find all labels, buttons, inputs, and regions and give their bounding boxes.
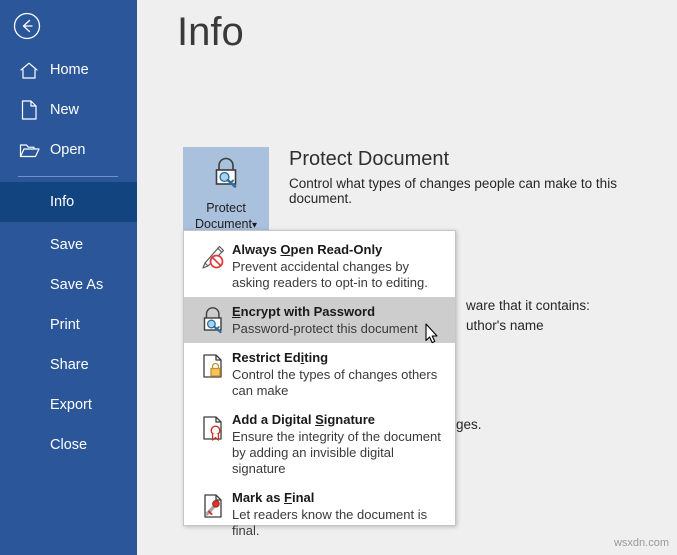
- sidebar-item-label: Share: [50, 357, 89, 373]
- protect-document-button-label: Protect Document▾: [195, 200, 257, 234]
- sidebar-item-home[interactable]: Home: [0, 50, 137, 90]
- sidebar-item-info[interactable]: Info: [0, 182, 137, 222]
- sidebar-divider: [18, 176, 118, 177]
- sidebar-item-label: Export: [50, 397, 92, 413]
- menu-item-subtitle: Ensure the integrity of the document by …: [232, 429, 441, 476]
- menu-item-add-digital-signature[interactable]: Add a Digital Signature Ensure the integ…: [184, 405, 455, 483]
- open-folder-icon: [14, 142, 44, 159]
- sidebar-item-export[interactable]: Export: [0, 385, 137, 425]
- sidebar-item-share[interactable]: Share: [0, 345, 137, 385]
- watermark: wsxdn.com: [613, 537, 669, 549]
- menu-item-title: Restrict Editing: [232, 350, 329, 365]
- menu-item-title: Add a Digital Signature: [232, 412, 376, 427]
- sidebar-item-save-as[interactable]: Save As: [0, 265, 137, 305]
- menu-item-subtitle: Password-protect this document: [232, 321, 418, 336]
- sidebar-item-save[interactable]: Save: [0, 225, 137, 265]
- menu-item-title: Always Open Read-Only: [232, 242, 383, 257]
- document-stamp-icon: [194, 489, 232, 539]
- tile-label-line-1: Protect: [206, 201, 246, 215]
- protect-document-button[interactable]: Protect Document▾: [183, 147, 269, 231]
- backstage-sidebar: Home New Open Info Save Save As Print Sh…: [0, 0, 137, 555]
- menu-item-mark-as-final[interactable]: Mark as Final Let readers know the docum…: [184, 483, 455, 545]
- sidebar-item-label: Print: [50, 317, 80, 333]
- tile-label-line-2: Document: [194, 217, 252, 231]
- sidebar-item-label: Info: [50, 194, 75, 210]
- protect-document-description: Control what types of changes people can…: [289, 176, 617, 206]
- menu-item-always-open-read-only[interactable]: Always Open Read-Only Prevent accidental…: [184, 235, 455, 297]
- menu-item-subtitle: Control the types of changes others can …: [232, 367, 438, 398]
- sidebar-item-close[interactable]: Close: [0, 425, 137, 465]
- menu-item-title: Encrypt with Password: [232, 304, 376, 319]
- protect-document-heading: Protect Document: [289, 148, 450, 170]
- inspect-document-text-line-2: uthor's name: [466, 318, 544, 333]
- sidebar-item-label: Save As: [50, 277, 104, 293]
- sidebar-item-new[interactable]: New: [0, 90, 137, 130]
- protect-document-menu: Always Open Read-Only Prevent accidental…: [183, 230, 456, 538]
- new-document-icon: [14, 100, 44, 120]
- lock-with-key-icon: [206, 153, 246, 198]
- menu-item-subtitle: Prevent accidental changes by asking rea…: [232, 259, 428, 290]
- menu-item-subtitle: Let readers know the document is final.: [232, 507, 428, 538]
- sidebar-item-label: Open: [50, 142, 86, 158]
- sidebar-item-open[interactable]: Open: [0, 130, 137, 170]
- menu-item-restrict-editing[interactable]: Restrict Editing Control the types of ch…: [184, 343, 455, 405]
- sidebar-item-label: Home: [50, 62, 89, 78]
- pencil-no-edit-icon: [194, 241, 232, 291]
- sidebar-item-label: New: [50, 102, 80, 118]
- sidebar-item-print[interactable]: Print: [0, 305, 137, 345]
- sidebar-item-label: Close: [50, 437, 88, 453]
- menu-item-title: Mark as Final: [232, 490, 315, 505]
- lock-with-key-icon: [194, 303, 232, 337]
- page-title: Info: [177, 10, 244, 54]
- menu-item-encrypt-with-password[interactable]: Encrypt with Password Password-protect t…: [184, 297, 455, 343]
- inspect-document-text-line-1: ware that it contains:: [466, 298, 590, 313]
- word-backstage-info-screen: Home New Open Info Save Save As Print Sh…: [0, 0, 677, 555]
- document-lock-icon: [194, 349, 232, 399]
- sidebar-item-label: Save: [50, 237, 84, 253]
- back-arrow-icon[interactable]: [12, 11, 42, 41]
- version-history-text-line: ges.: [456, 417, 482, 432]
- document-ribbon-seal-icon: [194, 411, 232, 477]
- mouse-pointer-icon: [425, 323, 439, 349]
- home-icon: [14, 61, 44, 80]
